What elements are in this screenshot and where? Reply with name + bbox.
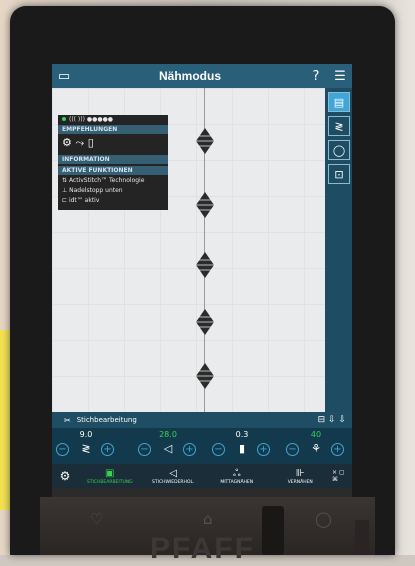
tab-extra-button[interactable]: × ▢ ⌘ <box>332 464 352 488</box>
plus-button[interactable]: + <box>101 443 114 456</box>
presser-foot-icon[interactable]: ⚙ <box>62 136 72 149</box>
tab-repeat[interactable]: ◁ STICHWIEDERHOL. <box>142 464 206 488</box>
function-label: Nadelstopp unten <box>69 187 123 194</box>
device-knob <box>262 506 284 555</box>
status-text: ((( ))) ●●●●● <box>69 116 114 123</box>
stitch-edit-icon: ▣ <box>105 467 115 479</box>
tab-tie-off[interactable]: ⊪ VERNÄHEN <box>269 464 333 488</box>
plus-button[interactable]: + <box>331 443 344 456</box>
tension-icon: ▮ <box>238 442 246 455</box>
plus-button[interactable]: + <box>257 443 270 456</box>
function-label: idt™ aktiv <box>68 197 100 204</box>
help-button[interactable]: ? <box>304 64 328 88</box>
minus-button[interactable]: − <box>138 443 151 456</box>
stitch-motif <box>196 192 214 218</box>
edit-tools-icon[interactable]: ⊟ ⇩ ⇩ <box>318 415 346 425</box>
round-button-icon[interactable]: ◯ <box>315 510 332 528</box>
mirror-icon: ஃ <box>232 467 241 479</box>
tension-control: 0.3 − ▮ + <box>212 430 272 462</box>
device-knob <box>355 520 369 555</box>
tab-stitch-edit[interactable]: ▣ STICHBEARBEITUNG <box>78 464 142 488</box>
recommendations-header[interactable]: EMPFEHLUNGEN <box>58 125 168 134</box>
top-bar: ▭ Nähmodus ? ☰ <box>52 64 352 88</box>
stitch-motif <box>196 128 214 154</box>
stabilizer-icon[interactable]: ▯ <box>88 136 94 149</box>
stitch-width-control: 9.0 − ≷ + <box>56 430 116 462</box>
stitch-view-icon[interactable]: ▤ <box>328 92 350 112</box>
stitch-width-icon: ≷ <box>81 442 91 455</box>
menu-lines-icon[interactable]: ☰ <box>328 64 352 88</box>
stitch-width-value: 9.0 <box>79 430 93 439</box>
tab-label: VERNÄHEN <box>287 479 313 485</box>
book-icon[interactable]: ⊡ <box>328 164 350 184</box>
function-label: ActivStitch™ Technologie <box>68 177 145 184</box>
status-dot <box>62 117 66 121</box>
zigzag-icon[interactable]: ≷ <box>328 116 350 136</box>
stitch-motif <box>196 252 214 278</box>
function-item: ⊏ idt™ aktiv <box>58 196 168 205</box>
function-item: ⇅ ActivStitch™ Technologie <box>58 176 168 185</box>
minus-button[interactable]: − <box>212 443 225 456</box>
tension-value: 0.3 <box>235 430 249 439</box>
info-panel: ((( ))) ●●●●● EMPFEHLUNGEN ⚙ ⤳ ▯ INFORMA… <box>58 115 168 210</box>
presser-foot-control: 40 − ⚘ + <box>286 430 346 462</box>
idt-icon: ⊏ <box>62 197 69 204</box>
scissors-icon: ✂ <box>64 415 71 425</box>
home-icon[interactable]: ⌂ <box>203 510 213 528</box>
stitch-edit-bar: ✂ Stichbearbeitung ⊟ ⇩ ⇩ <box>52 412 352 428</box>
stitch-controls: 9.0 − ≷ + 28.0 − ◁ + 0.3 − ▮ + 40 − ⚘ + <box>52 428 352 464</box>
tab-label: STICHWIEDERHOL. <box>152 479 195 485</box>
heart-icon[interactable]: ♡ <box>90 510 103 528</box>
stitch-length-value: 28.0 <box>159 430 177 439</box>
settings-gear-icon[interactable]: ⚙ <box>52 464 78 488</box>
stitch-length-icon: ◁ <box>163 442 173 455</box>
plus-button[interactable]: + <box>183 443 196 456</box>
repeat-icon: ◁ <box>169 467 178 479</box>
stitch-motif <box>196 309 214 335</box>
page-title: Nähmodus <box>158 69 221 83</box>
tab-label: MITTAGNÄHEN <box>220 479 254 485</box>
stitch-canvas[interactable]: ((( ))) ●●●●● EMPFEHLUNGEN ⚙ ⤳ ▯ INFORMA… <box>52 88 325 412</box>
tab-label: STICHBEARBEITUNG <box>86 479 133 485</box>
minus-button[interactable]: − <box>286 443 299 456</box>
status-row: ((( ))) ●●●●● <box>58 115 168 124</box>
stitch-edit-label: Stichbearbeitung <box>76 416 137 424</box>
recommendation-icons[interactable]: ⚙ ⤳ ▯ <box>58 136 168 152</box>
right-toolbar: ▤ ≷ ◯ ⊡ <box>326 88 352 412</box>
stitch-motif <box>196 363 214 389</box>
minus-button[interactable]: − <box>56 443 69 456</box>
brand-logo: PFAFF <box>150 532 255 565</box>
function-tabs: ⚙ ▣ STICHBEARBEITUNG ◁ STICHWIEDERHOL. ஃ… <box>52 464 352 488</box>
needle-icon[interactable]: ⤳ <box>75 136 84 149</box>
presser-foot-icon: ⚘ <box>311 442 321 455</box>
information-header[interactable]: INFORMATION <box>58 155 168 164</box>
stitch-length-control: 28.0 − ◁ + <box>138 430 198 462</box>
active-functions-header[interactable]: AKTIVE FUNKTIONEN <box>58 166 168 175</box>
function-item: ⊥ Nadelstopp unten <box>58 186 168 195</box>
activstitch-icon: ⇅ <box>62 177 69 184</box>
presser-foot-value: 40 <box>310 430 322 439</box>
tie-off-icon: ⊪ <box>295 467 305 479</box>
tab-mirror[interactable]: ஃ MITTAGNÄHEN <box>205 464 269 488</box>
book-icon[interactable]: ▭ <box>52 64 76 88</box>
touch-screen: ▭ Nähmodus ? ☰ ((( ))) ●●●●● EMPFEHLUNGE… <box>52 64 352 517</box>
shape-icon[interactable]: ◯ <box>328 140 350 160</box>
